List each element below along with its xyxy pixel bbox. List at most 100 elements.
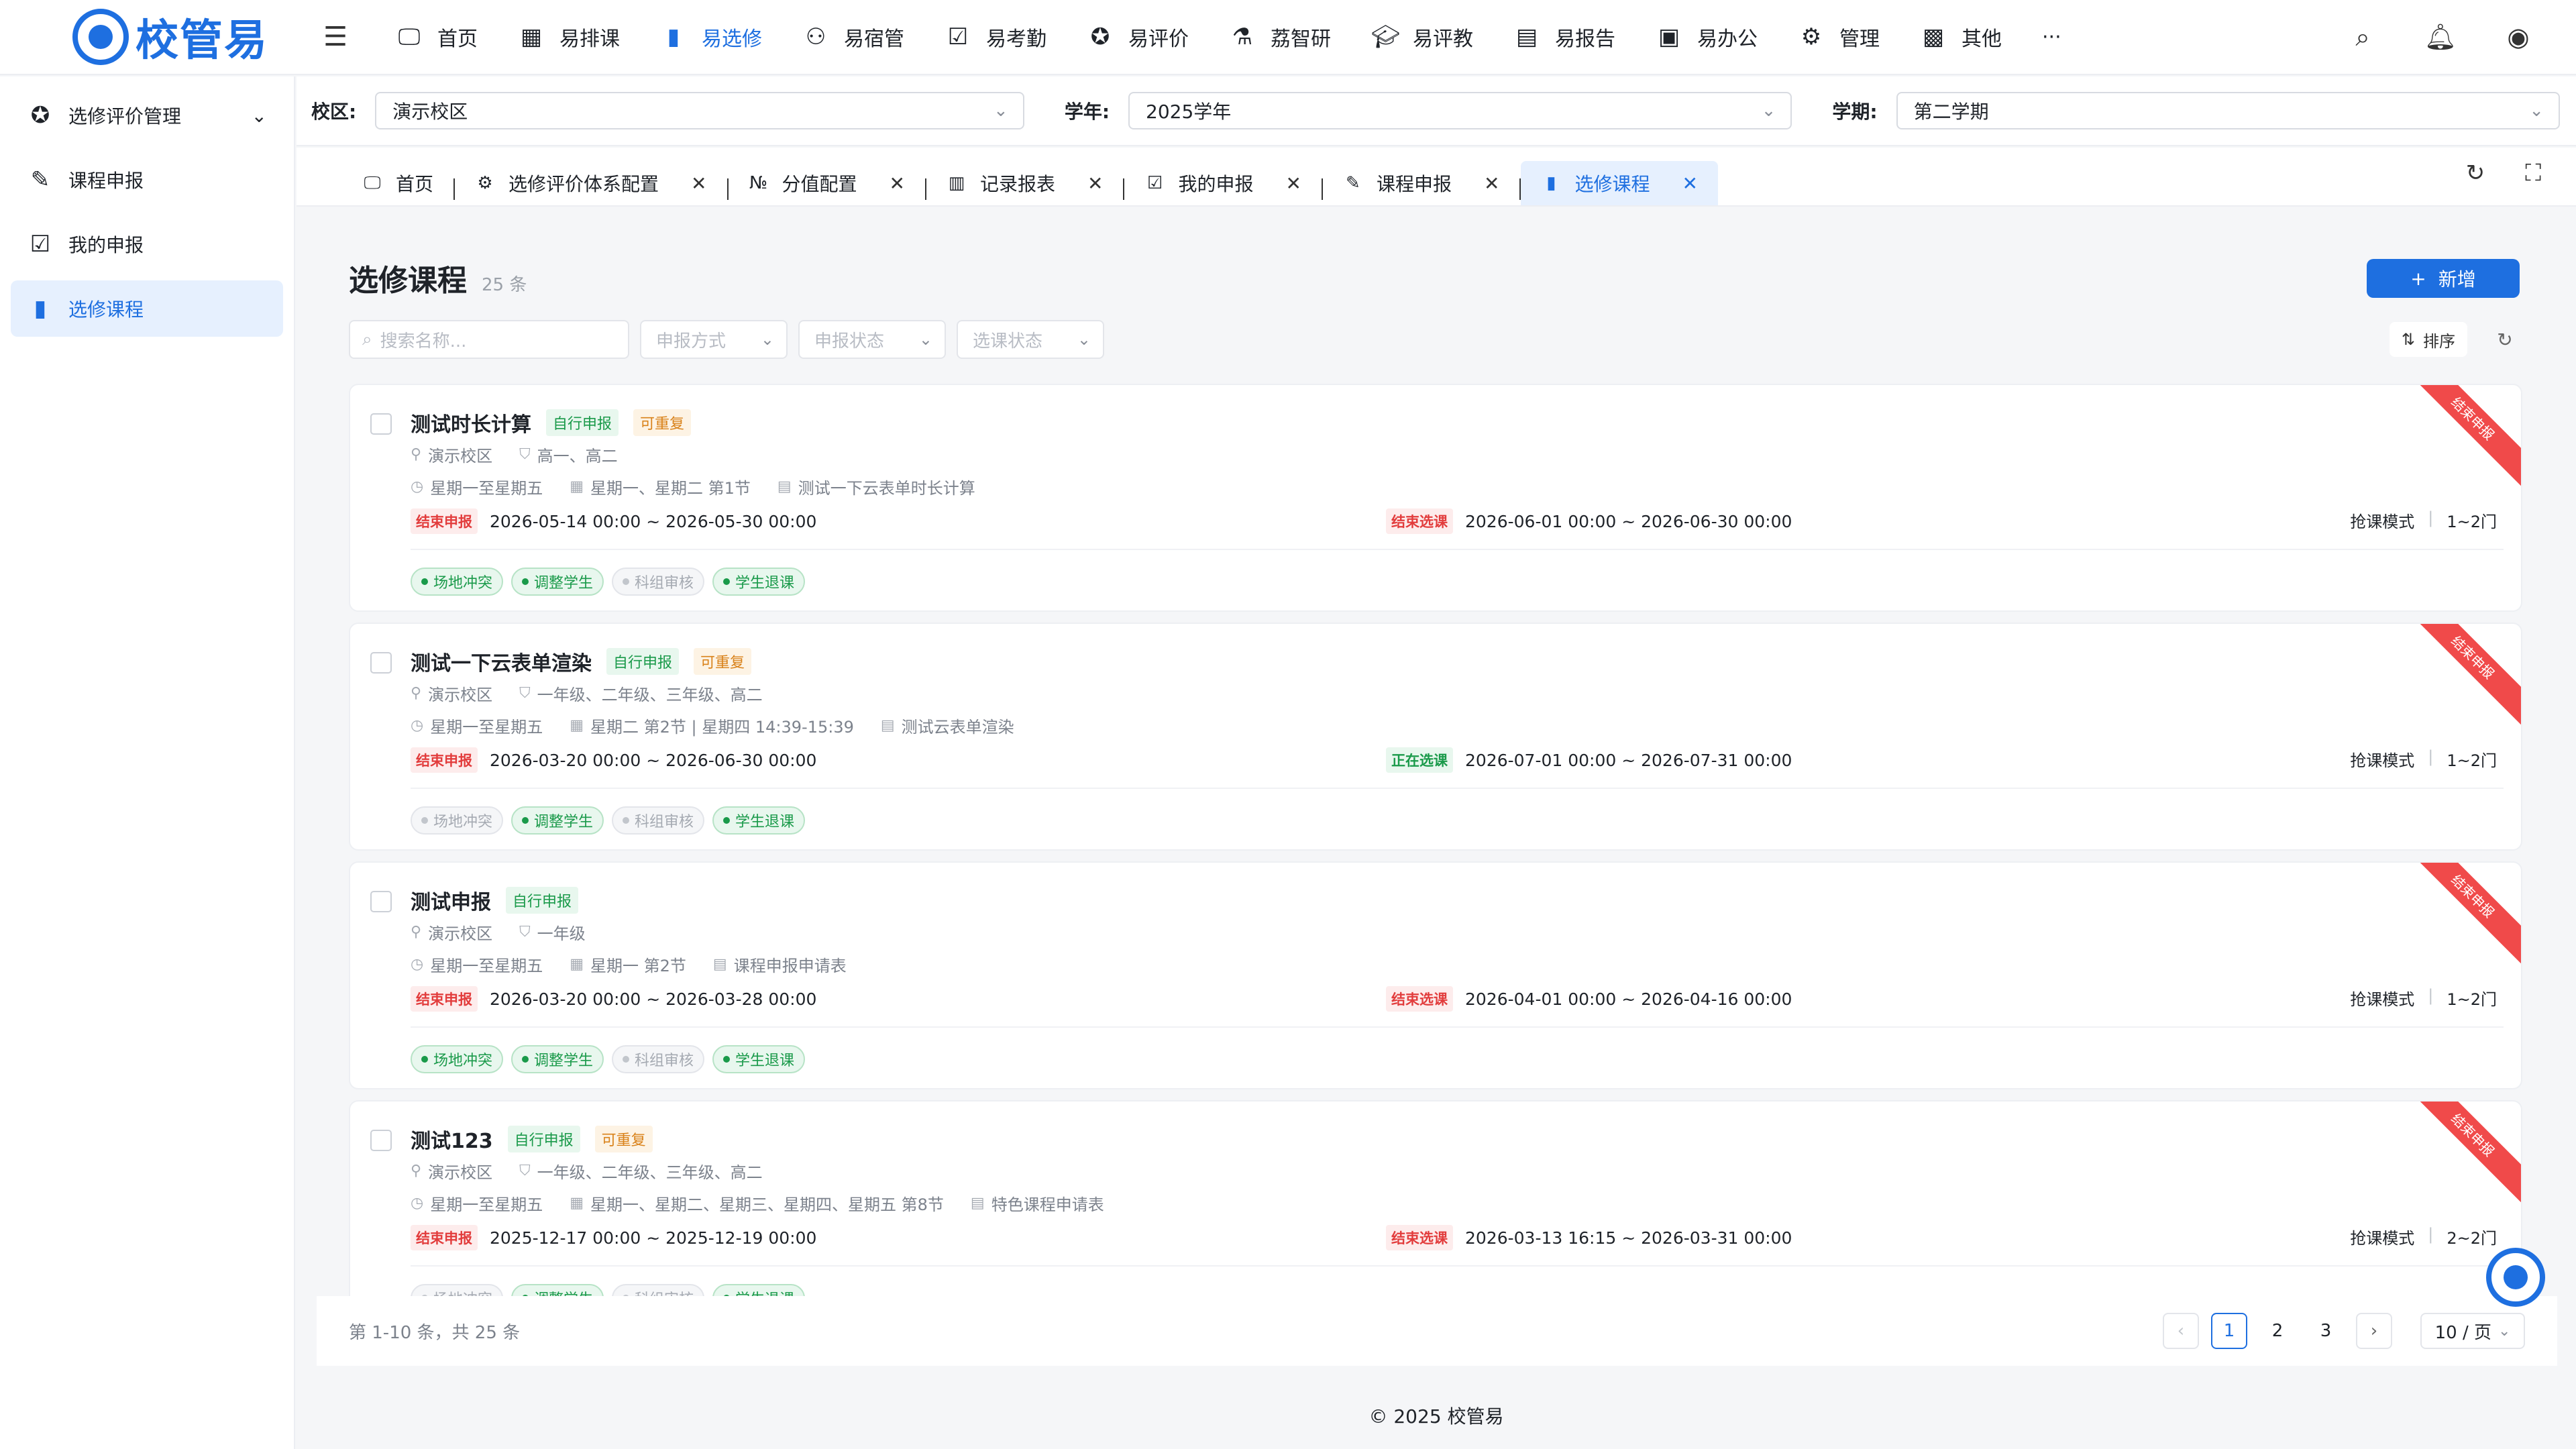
fullscreen-icon[interactable]: ⛶ <box>2525 160 2541 186</box>
nav-more-button[interactable]: ··· <box>2022 0 2082 74</box>
close-icon[interactable]: ✕ <box>1285 172 1301 195</box>
nav-item-10[interactable]: ⚙ 管理 <box>1778 0 1900 74</box>
page-number-button[interactable]: 3 <box>2308 1313 2344 1349</box>
tab-label: 首页 <box>396 173 434 195</box>
meta-value: 星期一至星期五 <box>430 718 543 737</box>
term-select[interactable]: 第二学期 ⌄ <box>1896 92 2560 129</box>
meta-value: 星期一至星期五 <box>430 1195 543 1214</box>
page-size-select[interactable]: 10 / 页 ⌄ <box>2420 1313 2525 1349</box>
nav-item-11[interactable]: ▩ 其他 <box>1900 0 2022 74</box>
close-icon[interactable]: ✕ <box>1087 172 1103 195</box>
course-title[interactable]: 测试一下云表单渲染 <box>411 647 592 676</box>
app-logo[interactable]: 校管易 <box>0 0 295 74</box>
meta-campus: ⚲ 演示校区 <box>411 920 492 944</box>
campus-select[interactable]: 演示校区 ⌄ <box>375 92 1024 129</box>
course-checkbox[interactable] <box>370 1130 392 1151</box>
meta-value: 一年级、二年级、三年级、高二 <box>537 1163 763 1182</box>
nav-item-7[interactable]: 🎓︎ 易评教 <box>1351 0 1493 74</box>
add-course-button[interactable]: + 新增 <box>2367 259 2520 298</box>
prev-page-button[interactable]: ‹ <box>2163 1313 2199 1349</box>
check-doc-icon: ☑ <box>1146 173 1163 193</box>
sidebar-item-0[interactable]: ✪ 选修评价管理 ⌄ <box>11 87 283 144</box>
course-checkbox[interactable] <box>370 891 392 912</box>
course-card-list: 测试时长计算 自行申报 可重复 ⚲ 演示校区 ⛉ 高一、高二 ◷ 星期一至星期五 ▦ 星期一、星期二… <box>349 384 2522 1449</box>
close-icon[interactable]: ✕ <box>1682 172 1697 195</box>
declare-mode-filter[interactable]: 申报方式 ⌄ <box>640 320 788 359</box>
nav-item-2[interactable]: ▮ 易选修 <box>640 0 782 74</box>
course-period-row: 结束申报 2026-03-20 00:00 ~ 2026-06-30 00:00 正… <box>411 747 2504 774</box>
tab-0[interactable]: 🖵 首页 <box>342 161 453 205</box>
sidebar-item-2[interactable]: ☑ 我的申报 <box>11 216 283 272</box>
close-icon[interactable]: ✕ <box>691 172 706 195</box>
option-chip: 科组审核 <box>612 1045 705 1073</box>
nav-item-label: 易报告 <box>1555 28 1615 51</box>
course-limit: 2~2门 <box>2447 1229 2497 1248</box>
course-title[interactable]: 测试时长计算 <box>411 408 531 437</box>
nav-item-4[interactable]: ☑ 易考勤 <box>924 0 1067 74</box>
collapse-menu-button[interactable]: ☰ <box>309 10 362 64</box>
status-ribbon: 结束申报 <box>2420 385 2521 486</box>
book-icon: ▮ <box>34 295 47 322</box>
tab-3[interactable]: ▥ 记录报表 ✕ <box>926 161 1123 205</box>
chevron-down-icon: ⌄ <box>760 330 774 349</box>
chevron-down-icon: ⌄ <box>918 330 932 349</box>
plus-icon: + <box>2410 267 2426 290</box>
page-number-button[interactable]: 2 <box>2259 1313 2296 1349</box>
tab-1[interactable]: ⚙ 选修评价体系配置 ✕ <box>455 161 727 205</box>
course-schedule-row: ◷ 星期一至星期五 ▦ 星期一 第2节 ▤ 课程申报申请表 <box>411 953 847 976</box>
close-icon[interactable]: ✕ <box>890 172 905 195</box>
declare-status-filter[interactable]: 申报状态 ⌄ <box>798 320 946 359</box>
status-dot-icon <box>723 578 731 585</box>
tab-6[interactable]: ▮ 选修课程 ✕ <box>1521 161 1718 205</box>
nav-item-label: 易选修 <box>702 28 762 51</box>
year-select[interactable]: 2025学年 ⌄ <box>1128 92 1792 129</box>
assistant-float-icon[interactable] <box>2486 1248 2545 1307</box>
tab-2[interactable]: № 分值配置 ✕ <box>729 161 925 205</box>
nav-item-5[interactable]: ✪ 易评价 <box>1067 0 1209 74</box>
course-title-row: 测试123 自行申报 可重复 <box>411 1124 653 1154</box>
option-label: 场地冲突 <box>433 1053 493 1069</box>
next-page-button[interactable]: › <box>2356 1313 2392 1349</box>
course-title[interactable]: 测试123 <box>411 1124 493 1154</box>
tab-4[interactable]: ☑ 我的申报 ✕ <box>1124 161 1321 205</box>
option-label: 学生退课 <box>735 575 795 592</box>
sidebar-item-3[interactable]: ▮ 选修课程 <box>11 280 283 337</box>
course-meta-row: ⚲ 演示校区 ⛉ 一年级、二年级、三年级、高二 <box>411 682 763 705</box>
search-input[interactable]: ⌕ 搜索名称... <box>349 320 629 359</box>
declare-period: 结束申报 2026-03-20 00:00 ~ 2026-03-28 00:00 <box>411 986 816 1012</box>
course-card[interactable]: 测试时长计算 自行申报 可重复 ⚲ 演示校区 ⛉ 高一、高二 ◷ 星期一至星期五 ▦ 星期一、星期二… <box>349 384 2522 612</box>
nav-item-0[interactable]: 🖵 首页 <box>376 0 498 74</box>
nav-item-6[interactable]: ⚗ 荔智研 <box>1209 0 1351 74</box>
course-card[interactable]: 测试申报 自行申报 ⚲ 演示校区 ⛉ 一年级 ◷ 星期一至星期五 ▦ 星期一 第2节 ▤ 课程申报申请… <box>349 861 2522 1089</box>
user-avatar-icon[interactable]: ◉ <box>2498 22 2538 52</box>
nav-item-9[interactable]: ▣ 易办公 <box>1635 0 1778 74</box>
calendar-icon: ▦ <box>520 23 543 50</box>
course-card[interactable]: 测试123 自行申报 可重复 ⚲ 演示校区 ⛉ 一年级、二年级、三年级、高二 ◷ 星期一至星期五… <box>349 1100 2522 1328</box>
course-options: 场地冲突 调整学生 科组审核 学生退课 <box>411 1045 806 1073</box>
nav-item-8[interactable]: ▤ 易报告 <box>1493 0 1635 74</box>
select-status-filter[interactable]: 选课状态 ⌄ <box>957 320 1104 359</box>
refresh-icon[interactable]: ↻ <box>2466 160 2485 186</box>
refresh-list-button[interactable]: ↻ <box>2487 322 2522 357</box>
option-label: 科组审核 <box>635 575 694 592</box>
nav-item-1[interactable]: ▦ 易排课 <box>498 0 640 74</box>
sort-button[interactable]: ⇅ 排序 <box>2389 322 2467 357</box>
course-checkbox[interactable] <box>370 652 392 674</box>
chevron-down-icon: ⌄ <box>2529 101 2544 121</box>
tab-5[interactable]: ✎ 课程申报 ✕ <box>1323 161 1519 205</box>
course-title[interactable]: 测试申报 <box>411 885 491 915</box>
page-number-button[interactable]: 1 <box>2211 1313 2247 1349</box>
sidebar-item-1[interactable]: ✎ 课程申报 <box>11 152 283 208</box>
nav-item-3[interactable]: ⚇ 易宿管 <box>782 0 924 74</box>
course-schedule-row: ◷ 星期一至星期五 ▦ 星期一、星期二、星期三、星期四、星期五 第8节 ▤ 特色课程申请表 <box>411 1191 1104 1215</box>
grid-icon: ▩ <box>1922 23 1945 50</box>
meta-schedule: ▦ 星期一 第2节 <box>570 953 686 976</box>
course-tag: 可重复 <box>694 648 752 675</box>
chevron-left-icon: ‹ <box>2177 1321 2185 1341</box>
search-icon[interactable]: ⌕ <box>2343 22 2383 52</box>
meta-campus: ⚲ 演示校区 <box>411 1159 492 1183</box>
course-checkbox[interactable] <box>370 413 392 435</box>
bell-icon[interactable]: 🔔︎ <box>2420 22 2461 52</box>
course-card[interactable]: 测试一下云表单渲染 自行申报 可重复 ⚲ 演示校区 ⛉ 一年级、二年级、三年级、高二 ◷ 星期一… <box>349 623 2522 851</box>
close-icon[interactable]: ✕ <box>1484 172 1499 195</box>
